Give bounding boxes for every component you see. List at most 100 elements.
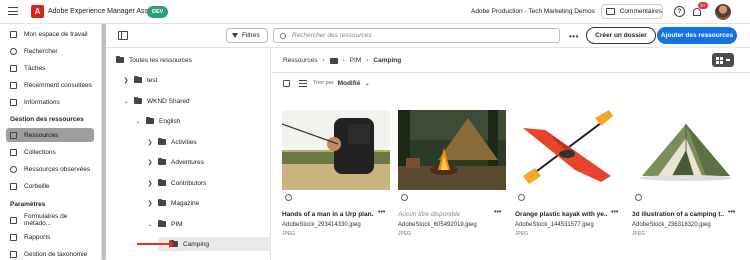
collections-icon bbox=[10, 148, 17, 156]
asset-card[interactable]: Orange plastic kayak with ye... ••• Adob… bbox=[515, 110, 623, 245]
folder-icon bbox=[146, 116, 154, 124]
asset-card[interactable]: Hands of a man in a Urp plan... ••• Adob… bbox=[282, 110, 390, 245]
comments-button[interactable]: Commentaires bbox=[601, 4, 663, 19]
search-icon bbox=[10, 47, 17, 55]
breadcrumb-root[interactable]: Ressources bbox=[283, 57, 317, 64]
taxonomy-icon bbox=[10, 250, 17, 258]
tree-node-contributors[interactable]: ❯ Contributors bbox=[146, 176, 206, 190]
chevron-down-icon[interactable]: ⌄ bbox=[146, 221, 154, 228]
nav-label: Ressources observées bbox=[24, 165, 91, 173]
tree-label: Magazine bbox=[171, 199, 200, 207]
nav-item-taxonomy[interactable]: Gestion de taxonomie bbox=[6, 247, 94, 260]
tree-node-english[interactable]: ⌄ English bbox=[134, 114, 180, 128]
chevron-right-icon[interactable]: ❯ bbox=[146, 159, 154, 166]
nav-item-workspace[interactable]: Mon espace de travail bbox=[6, 27, 94, 41]
asset-thumbnail-campfire[interactable] bbox=[398, 110, 506, 190]
chevron-down-icon[interactable]: ⌄ bbox=[364, 79, 369, 87]
toggle-panel-icon[interactable] bbox=[118, 31, 128, 40]
sort-dropdown[interactable]: Modifié bbox=[338, 80, 361, 87]
left-nav-sidebar: Mon espace de travail Rechercher Tâches … bbox=[0, 24, 102, 260]
section-heading-asset-management: Gestion des ressources bbox=[10, 116, 84, 123]
nav-item-assets[interactable]: Ressources bbox=[6, 128, 94, 142]
chevron-down-icon[interactable]: ⌄ bbox=[134, 118, 142, 125]
more-options-icon[interactable]: ••• bbox=[728, 209, 735, 216]
breadcrumb-pim[interactable]: PIM bbox=[350, 57, 362, 64]
user-avatar[interactable] bbox=[715, 4, 731, 20]
trash-icon bbox=[10, 182, 17, 190]
tree-label: test bbox=[147, 76, 158, 84]
tree-label: Contributors bbox=[171, 179, 207, 187]
nav-item-insights[interactable]: Informations bbox=[6, 95, 94, 109]
asset-title: Orange plastic kayak with ye... bbox=[515, 211, 607, 218]
nav-label: Rapports bbox=[24, 233, 51, 241]
tree-label: WKND Shared bbox=[147, 97, 190, 105]
org-switcher[interactable]: Adobe Production - Tech Marketing Demos bbox=[471, 8, 595, 15]
tree-node-wknd-shared[interactable]: ⌄ WKND Shared bbox=[122, 94, 190, 108]
nav-item-reports[interactable]: Rapports bbox=[6, 230, 94, 244]
annotation-arrow bbox=[137, 240, 174, 248]
tree-node-activities[interactable]: ❯ Activities bbox=[146, 135, 197, 149]
tree-node-root[interactable]: Toutes les ressources bbox=[116, 53, 192, 67]
app-title: Adobe Experience Manager Assets bbox=[48, 8, 158, 15]
asset-card[interactable]: 3d illustration of a camping t... ••• Ad… bbox=[632, 110, 740, 245]
search-field[interactable] bbox=[273, 28, 560, 43]
nav-label: Gestion de taxonomie bbox=[24, 250, 88, 258]
asset-status-icon bbox=[401, 194, 408, 201]
tree-node-test[interactable]: ❯ test bbox=[122, 73, 157, 87]
comments-label: Commentaires bbox=[619, 8, 662, 15]
tree-node-pim[interactable]: ⌄ PIM bbox=[146, 217, 183, 231]
nav-item-search[interactable]: Rechercher bbox=[6, 44, 94, 58]
chevron-right-icon[interactable]: ❯ bbox=[146, 200, 154, 207]
asset-type: JPEG bbox=[282, 231, 296, 237]
tree-node-adventures[interactable]: ❯ Adventures bbox=[146, 155, 204, 169]
asset-status-icon bbox=[285, 194, 292, 201]
more-options-icon[interactable]: ••• bbox=[611, 209, 618, 216]
asset-filename: AdobeStock_293414330.jpeg bbox=[282, 222, 361, 228]
help-icon[interactable]: ? bbox=[674, 6, 685, 17]
more-actions-icon[interactable]: ••• bbox=[569, 32, 579, 41]
chevron-right-icon: › bbox=[366, 57, 369, 64]
tree-label: PIM bbox=[171, 220, 183, 228]
asset-filename: AdobeStock_236318320.jpeg bbox=[632, 222, 711, 228]
chevron-right-icon[interactable]: ❯ bbox=[122, 77, 130, 84]
content-toolbar: Filtres ••• Créer un dossier Ajouter des… bbox=[106, 24, 750, 48]
clock-icon bbox=[10, 81, 17, 89]
tree-node-camping[interactable]: Camping bbox=[158, 237, 270, 251]
more-options-icon[interactable]: ••• bbox=[494, 209, 501, 216]
filter-icon bbox=[232, 33, 238, 38]
asset-thumbnail-tent[interactable] bbox=[632, 110, 740, 190]
sort-order-icon[interactable] bbox=[299, 79, 307, 87]
chevron-down-icon[interactable]: ⌄ bbox=[122, 98, 130, 105]
environment-badge: DEV bbox=[147, 6, 169, 18]
nav-item-metadata-forms[interactable]: Formulaires de métado... bbox=[6, 213, 94, 227]
asset-thumbnail-fishing[interactable] bbox=[282, 110, 390, 190]
folder-icon bbox=[158, 198, 166, 206]
folder-icon[interactable] bbox=[329, 57, 338, 64]
chevron-right-icon[interactable]: ❯ bbox=[146, 180, 154, 187]
nav-label: Formulaires de métado... bbox=[24, 213, 68, 227]
create-folder-button[interactable]: Créer un dossier bbox=[586, 27, 656, 44]
tree-node-magazine[interactable]: ❯ Magazine bbox=[146, 196, 199, 210]
filters-button[interactable]: Filtres bbox=[226, 28, 268, 43]
nav-item-recent[interactable]: Récemment consultées bbox=[6, 78, 94, 92]
notification-count-badge: 9+ bbox=[698, 2, 708, 9]
nav-item-collections[interactable]: Collections bbox=[6, 145, 94, 159]
filters-label: Filtres bbox=[242, 32, 260, 39]
more-options-icon[interactable]: ••• bbox=[378, 209, 385, 216]
view-switcher-grid-icon[interactable] bbox=[712, 53, 734, 67]
hamburger-menu-icon[interactable] bbox=[8, 7, 18, 16]
search-input[interactable] bbox=[292, 32, 552, 39]
chevron-right-icon[interactable]: ❯ bbox=[146, 139, 154, 146]
tree-label: Activities bbox=[171, 138, 197, 146]
nav-label: Rechercher bbox=[24, 47, 58, 55]
asset-thumbnail-kayak[interactable] bbox=[515, 110, 623, 190]
asset-card[interactable]: Aucun titre disponible ••• AdobeStock_60… bbox=[398, 110, 506, 245]
nav-item-tasks[interactable]: Tâches bbox=[6, 61, 94, 75]
assets-icon bbox=[10, 131, 17, 139]
select-all-checkbox[interactable] bbox=[283, 79, 290, 87]
nav-item-trash[interactable]: Corbeille bbox=[6, 179, 94, 193]
add-assets-button[interactable]: Ajouter des ressources bbox=[657, 27, 737, 44]
nav-item-watched[interactable]: Ressources observées bbox=[6, 162, 94, 176]
reports-icon bbox=[10, 233, 17, 241]
asset-type: JPEG bbox=[632, 231, 646, 237]
